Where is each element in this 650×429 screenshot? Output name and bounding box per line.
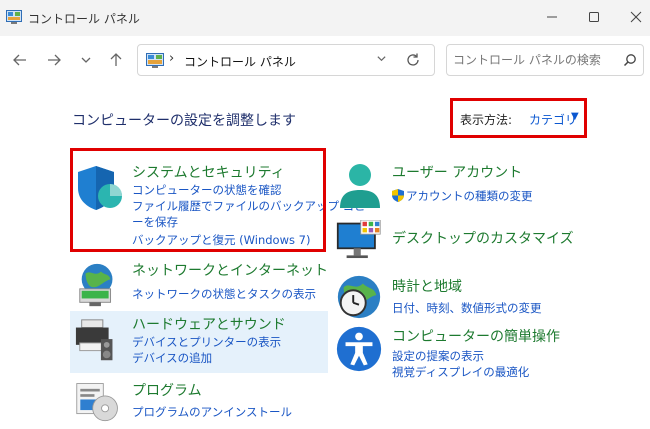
chevron-down-icon: [81, 57, 91, 63]
maximize-button[interactable]: [576, 4, 612, 30]
navigation-bar: › コントロール パネル: [0, 36, 650, 84]
view-by-label: 表示方法:: [460, 113, 513, 127]
view-by-selector: 表示方法: カテゴリ ▼: [450, 98, 587, 138]
category-link[interactable]: デバイスの追加: [132, 350, 212, 366]
category-link[interactable]: 設定の提案の表示: [392, 348, 484, 364]
page-title: コンピューターの設定を調整します: [72, 113, 296, 129]
category-link[interactable]: プログラムのアンインストール: [132, 404, 292, 420]
category-clock-region: 時計と地域 日付、時刻、数値形式の変更: [334, 272, 634, 322]
close-button[interactable]: [618, 4, 650, 30]
network-globe-icon[interactable]: [74, 260, 124, 310]
category-title[interactable]: プログラム: [132, 380, 202, 400]
minimize-icon: [547, 16, 557, 18]
category-title[interactable]: ユーザー アカウント: [392, 162, 522, 182]
category-title[interactable]: ハードウェアとサウンド: [132, 314, 286, 334]
refresh-icon[interactable]: [404, 51, 422, 69]
category-title[interactable]: ネットワークとインターネット: [132, 260, 328, 280]
search-input[interactable]: [453, 51, 613, 69]
category-hardware: ハードウェアとサウンド デバイスとプリンターの表示 デバイスの追加: [72, 312, 322, 370]
category-ease-of-access: コンピューターの簡単操作 設定の提案の表示 視覚ディスプレイの最適化: [334, 324, 634, 380]
uac-shield-icon: [392, 189, 404, 202]
user-account-icon[interactable]: [334, 160, 386, 212]
arrow-right-icon: [48, 54, 61, 66]
category-title[interactable]: コンピューターの簡単操作: [392, 326, 560, 346]
arrow-up-icon: [110, 53, 122, 66]
category-title[interactable]: 時計と地域: [392, 276, 462, 296]
close-icon: [630, 11, 642, 23]
chevron-down-icon: [377, 56, 386, 62]
category-network: ネットワークとインターネット ネットワークの状態とタスクの表示: [72, 258, 328, 310]
caret-down-icon[interactable]: ▼: [571, 111, 579, 122]
category-appearance: デスクトップのカスタマイズ: [334, 220, 634, 266]
title-bar: コントロール パネル: [0, 0, 650, 36]
category-link[interactable]: 日付、時刻、数値形式の変更: [392, 300, 542, 316]
back-button[interactable]: [8, 48, 32, 72]
category-link[interactable]: アカウントの種類の変更: [392, 188, 533, 204]
search-box[interactable]: [446, 44, 644, 76]
up-button[interactable]: [104, 48, 128, 72]
link-text[interactable]: アカウントの種類の変更: [406, 189, 533, 203]
address-bar[interactable]: › コントロール パネル: [137, 44, 435, 76]
arrow-left-icon: [13, 54, 26, 66]
maximize-icon: [589, 12, 599, 22]
desktop-monitor-icon[interactable]: [334, 220, 384, 266]
minimize-button[interactable]: [534, 4, 570, 30]
accessibility-icon[interactable]: [334, 324, 384, 374]
view-by-dropdown[interactable]: カテゴリ: [529, 111, 577, 128]
recent-locations-button[interactable]: [74, 48, 98, 72]
window-title: コントロール パネル: [28, 12, 140, 26]
control-panel-icon: [6, 10, 22, 24]
breadcrumb-control-panel[interactable]: コントロール パネル: [184, 53, 296, 70]
forward-button[interactable]: [42, 48, 66, 72]
category-link[interactable]: ネットワークの状態とタスクの表示: [132, 286, 316, 302]
category-link[interactable]: デバイスとプリンターの表示: [132, 334, 281, 350]
clock-globe-icon[interactable]: [334, 272, 384, 322]
printer-icon[interactable]: [74, 316, 124, 366]
category-link[interactable]: 視覚ディスプレイの最適化: [392, 364, 529, 380]
control-panel-icon: [146, 53, 164, 68]
category-programs: プログラム プログラムのアンインストール: [72, 376, 322, 426]
category-user-accounts: ユーザー アカウント アカウントの種類の変更: [334, 160, 634, 214]
breadcrumb-separator[interactable]: ›: [169, 51, 174, 66]
search-icon[interactable]: [623, 53, 637, 67]
programs-disc-icon[interactable]: [74, 380, 122, 426]
address-dropdown-button[interactable]: [376, 53, 387, 67]
system-security-highlight: [70, 148, 326, 252]
category-title[interactable]: デスクトップのカスタマイズ: [392, 228, 574, 248]
